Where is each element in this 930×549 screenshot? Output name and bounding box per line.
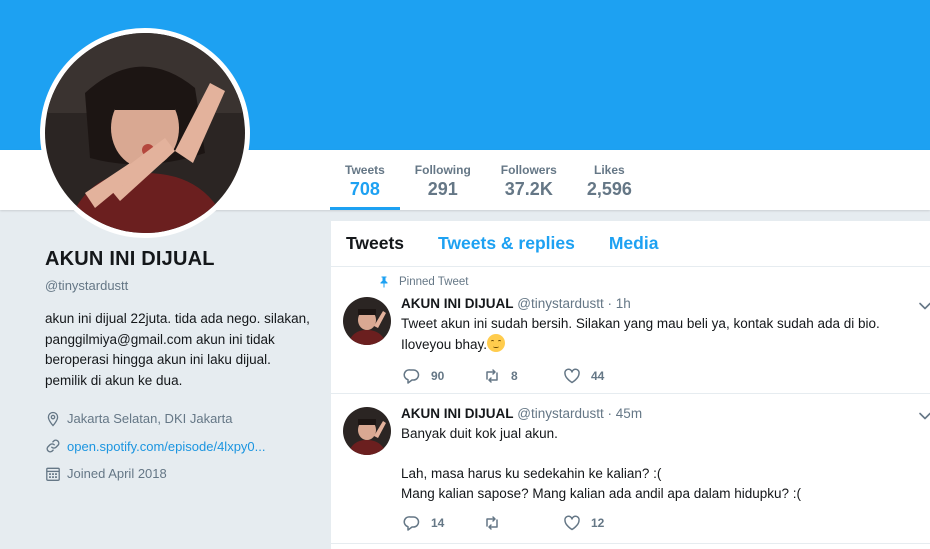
profile-stats: Tweets 708 Following 291 Followers 37.2K… <box>330 150 647 210</box>
tweet-separator: · <box>607 406 613 421</box>
stat-likes[interactable]: Likes 2,596 <box>572 150 647 210</box>
tweet-timestamp[interactable]: 45m <box>616 406 642 421</box>
stat-value: 2,596 <box>586 179 632 199</box>
tweet-actions: 14 12 <box>403 514 643 532</box>
profile-card: AKUN INI DIJUAL @tinystardustt akun ini … <box>45 248 315 488</box>
tweet-text: Banyak duit kok jual akun. Lah, masa har… <box>401 424 921 504</box>
reply-count: 90 <box>431 369 445 383</box>
like-count: 12 <box>591 516 605 530</box>
calendar-icon <box>46 467 60 481</box>
profile-photo <box>45 33 245 233</box>
like-count: 44 <box>591 369 605 383</box>
stat-label: Tweets <box>345 163 385 177</box>
retweet-icon <box>486 369 498 383</box>
like-button[interactable]: 44 <box>563 367 643 385</box>
profile-location: Jakarta Selatan, DKI Jakarta <box>45 405 315 433</box>
stat-following[interactable]: Following 291 <box>400 150 486 210</box>
link-icon <box>46 439 60 453</box>
profile-joined: Joined April 2018 <box>45 460 315 488</box>
stat-followers[interactable]: Followers 37.2K <box>486 150 572 210</box>
stat-label: Followers <box>500 163 557 177</box>
tweet-line: Lah, masa harus ku sedekahin ke kalian? … <box>401 466 662 481</box>
profile-handle[interactable]: @tinystardustt <box>45 278 315 293</box>
pinned-label: Pinned Tweet <box>399 276 469 288</box>
stat-value: 291 <box>427 179 458 199</box>
tweet-header: AKUN INI DIJUAL @tinystardustt · 45m <box>401 406 642 421</box>
stat-value: 37.2K <box>504 179 553 199</box>
chevron-down-icon[interactable] <box>918 409 930 423</box>
tweet-author-name[interactable]: AKUN INI DIJUAL <box>401 406 514 421</box>
chevron-down-icon[interactable] <box>918 299 930 313</box>
tweet-timestamp[interactable]: 1h <box>616 296 631 311</box>
tweet-header: AKUN INI DIJUAL @tinystardustt · 1h <box>401 296 631 311</box>
profile-website[interactable]: open.spotify.com/episode/4lxpy0... <box>45 433 315 461</box>
profile-meta: Jakarta Selatan, DKI Jakarta open.spotif… <box>45 405 315 488</box>
retweet-button[interactable]: 8 <box>483 367 563 385</box>
heart-icon <box>564 515 580 531</box>
reply-button[interactable]: 14 <box>403 514 483 532</box>
tweet[interactable]: AKUN INI DIJUAL @tinystardustt · 45m Ban… <box>331 394 930 544</box>
tweet-avatar[interactable] <box>343 407 391 455</box>
timeline: Tweets Tweets & replies Media Pinned Twe… <box>331 221 930 549</box>
tweet-actions: 90 8 44 <box>403 367 643 385</box>
profile-name[interactable]: AKUN INI DIJUAL <box>45 248 315 271</box>
stat-label: Likes <box>593 163 625 177</box>
reply-icon <box>403 516 420 531</box>
tweet[interactable]: Pinned Tweet AKUN INI DIJUAL @tinystardu… <box>331 267 930 394</box>
stat-tweets[interactable]: Tweets 708 <box>330 150 400 210</box>
tweet-line: Banyak duit kok jual akun. <box>401 426 558 441</box>
tab-media[interactable]: Media <box>609 233 659 254</box>
tweet-text: Tweet akun ini sudah bersih. Silakan yan… <box>401 314 921 355</box>
tweet-line: Tweet akun ini sudah bersih. Silakan yan… <box>401 316 880 331</box>
tab-tweets[interactable]: Tweets <box>346 233 404 254</box>
tweet-line: Mang kalian sapose? Mang kalian ada andi… <box>401 486 802 501</box>
pin-icon <box>380 276 388 288</box>
tweet-separator: · <box>607 296 613 311</box>
website-link[interactable]: open.spotify.com/episode/4lxpy0... <box>67 439 266 454</box>
retweet-button[interactable] <box>483 514 563 532</box>
retweet-count: 8 <box>511 369 518 383</box>
retweet-icon <box>486 516 498 530</box>
location-pin-icon <box>47 411 59 427</box>
relieved-face-emoji-icon <box>487 334 506 352</box>
reply-button[interactable]: 90 <box>403 367 483 385</box>
tweet-author-handle[interactable]: @tinystardustt <box>517 406 603 421</box>
joined-text: Joined April 2018 <box>67 466 167 482</box>
tab-tweets-and-replies[interactable]: Tweets & replies <box>438 233 575 254</box>
profile-avatar[interactable] <box>40 28 250 238</box>
tweet-line-with-emoji: Iloveyou bhay. <box>401 334 921 355</box>
like-button[interactable]: 12 <box>563 514 643 532</box>
profile-bio: akun ini dijual 22juta. tida ada nego. s… <box>45 311 310 388</box>
tweet-line: Iloveyou bhay. <box>401 337 488 352</box>
timeline-tabs: Tweets Tweets & replies Media <box>331 221 930 267</box>
reply-count: 14 <box>431 516 445 530</box>
heart-icon <box>564 368 580 384</box>
stat-label: Following <box>414 163 471 177</box>
tweet-author-handle[interactable]: @tinystardustt <box>517 296 603 311</box>
tweet-author-name[interactable]: AKUN INI DIJUAL <box>401 296 514 311</box>
location-text: Jakarta Selatan, DKI Jakarta <box>67 411 233 427</box>
reply-icon <box>403 369 420 384</box>
tweet-avatar[interactable] <box>343 297 391 345</box>
pinned-indicator: Pinned Tweet <box>378 276 468 288</box>
stat-value: 708 <box>349 179 380 199</box>
